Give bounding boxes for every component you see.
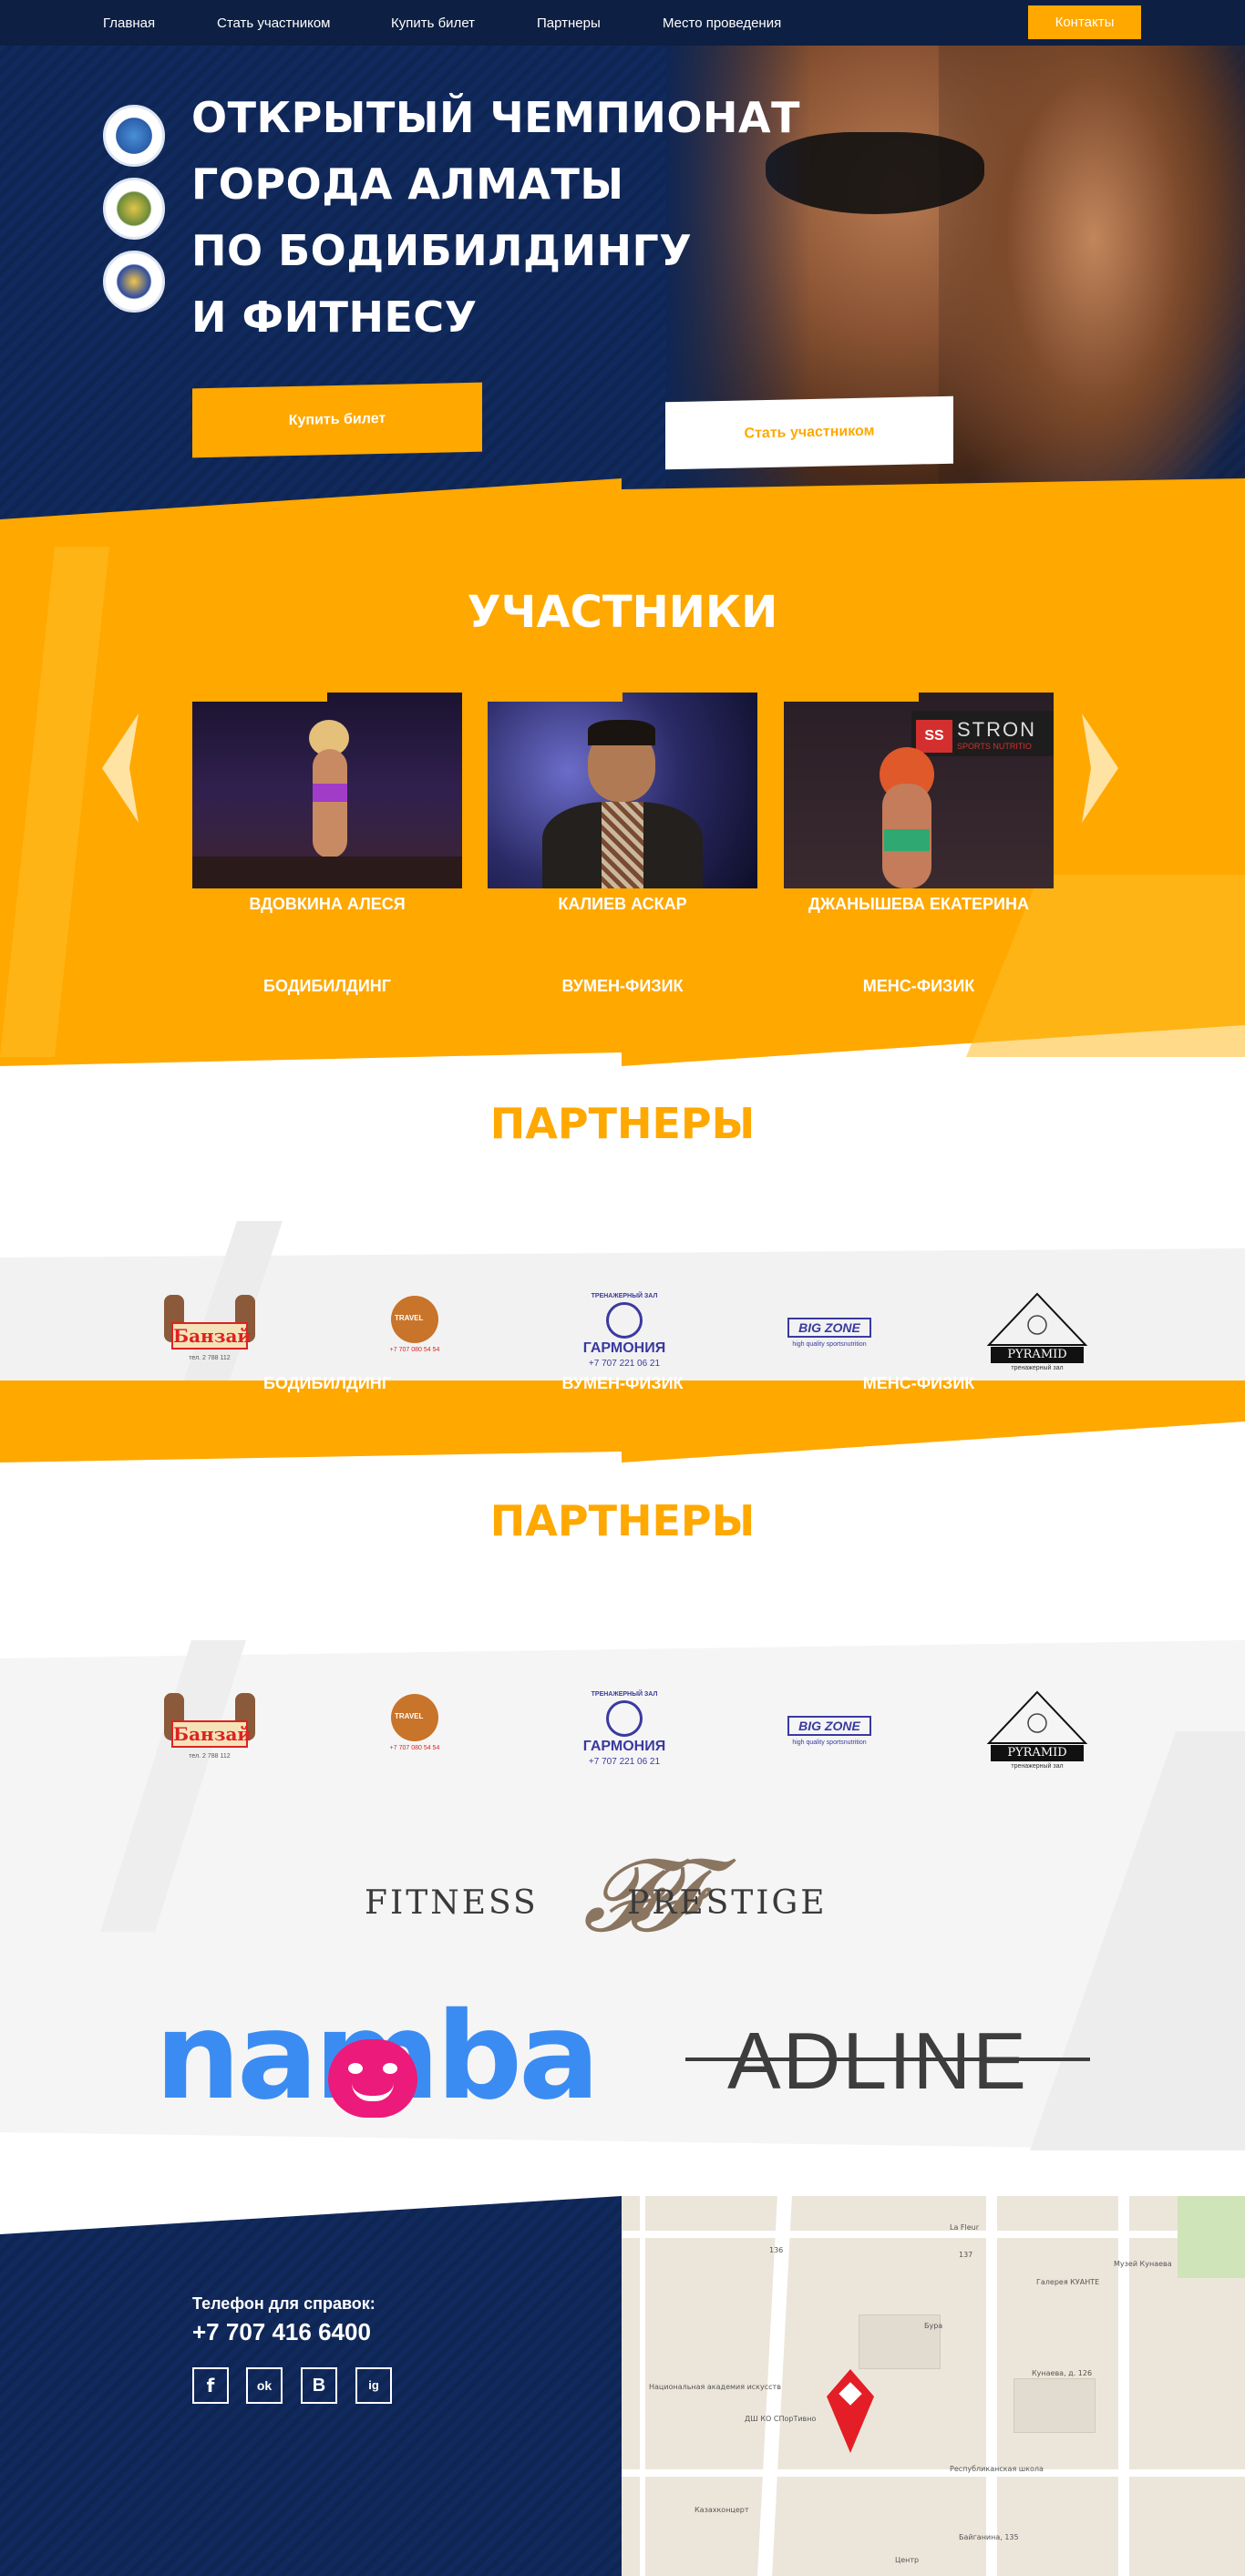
phone-number[interactable]: +7 707 416 6400 (192, 2318, 371, 2346)
partner-logo-garmonia[interactable]: ТРЕНАЖЕРНЫЙ ЗАЛ ГАРМОНИЯ +7 707 221 06 2… (579, 1292, 670, 1376)
map-label: ДШ КО СПорТивно (745, 2415, 817, 2423)
become-participant-button[interactable]: Стать участником (665, 395, 953, 470)
map-label: Кунаева, д. 126 (1032, 2369, 1093, 2377)
map-pin-icon[interactable] (827, 2369, 874, 2453)
venue-map[interactable]: La Fleur Музей Кунаева Галерея КУАНТЕ Ку… (622, 2196, 1245, 2576)
facebook-icon[interactable]: f (192, 2367, 229, 2404)
partner-logo-pyramid[interactable]: PYRAMID тренажерный зал (984, 1690, 1090, 1774)
overlap-category-label: БОДИБИЛДИНГ (263, 1374, 391, 1392)
map-road (640, 2196, 645, 2576)
participant-name: ДЖАНЫШЕВА ЕКАТЕРИНА (808, 895, 1029, 913)
map-road (986, 2196, 997, 2576)
hero-title-line-3: ПО БОДИБИЛДИНГУ (191, 226, 693, 275)
hero-athlete-image-2 (939, 46, 1245, 529)
federation-logo-3 (103, 251, 165, 313)
partner-logo-namba[interactable]: namba (155, 1986, 620, 2127)
carousel-prev-arrow[interactable] (102, 713, 140, 823)
top-navigation: Главная Стать участником Купить билет Па… (0, 0, 1245, 46)
map-label: Байганина, 135 (959, 2533, 1019, 2541)
nav-partners[interactable]: Партнеры (537, 15, 601, 31)
map-label: Республиканская школа (950, 2465, 1044, 2473)
map-label: Национальная академия искусств (649, 2383, 781, 2391)
partner-logo-garmonia[interactable]: ТРЕНАЖЕРНЫЙ ЗАЛ ГАРМОНИЯ +7 707 221 06 2… (579, 1690, 670, 1774)
participant-name: ВДОВКИНА АЛЕСЯ (249, 895, 406, 913)
overlap-category-label: ВУМЕН-ФИЗИК (561, 1374, 684, 1392)
partner-logo-banzai[interactable]: Банзай тел. 2 788 112 (159, 1292, 260, 1376)
participant-category: МЕНС-ФИЗИК (862, 977, 975, 995)
map-park (1178, 2196, 1245, 2278)
map-road (1118, 2196, 1129, 2576)
phone-label: Телефон для справок: (192, 2294, 376, 2313)
map-label: 137 (959, 2251, 973, 2259)
map-label: Бура (924, 2322, 943, 2330)
map-label: Казахконцерт (695, 2506, 749, 2514)
map-label: Центр (895, 2556, 920, 2564)
federation-logo-2 (103, 178, 165, 240)
federation-logo-1 (103, 105, 165, 167)
buy-ticket-button[interactable]: Купить билет (192, 382, 482, 458)
participant-category: ВУМЕН-ФИЗИК (561, 977, 684, 995)
participant-category: БОДИБИЛДИНГ (263, 977, 391, 995)
partner-logo-adline[interactable]: ADLINE (685, 2012, 1090, 2112)
nav-buy-ticket[interactable]: Купить билет (391, 15, 475, 31)
map-building (1013, 2378, 1096, 2433)
participants-title: УЧАСТНИКИ (467, 587, 778, 638)
map-road (622, 2231, 1245, 2238)
partner-logo-fitness-prestige[interactable]: FITNESS 𝓕 𝓕 PRESTIGE (365, 1841, 875, 1959)
instagram-icon[interactable]: ig (355, 2367, 392, 2404)
card3-sign: STRON (957, 718, 1036, 741)
nav-venue[interactable]: Место проведения (663, 15, 781, 31)
partner-logo-pyramid[interactable]: PYRAMID тренажерный зал (984, 1292, 1090, 1376)
hero-title-line-4: И ФИТНЕСУ (191, 292, 478, 342)
nav-become-participant[interactable]: Стать участником (217, 15, 330, 31)
overlap-category-label: МЕНС-ФИЗИК (862, 1374, 975, 1392)
map-label: Музей Кунаева (1114, 2260, 1172, 2268)
vkontakte-icon[interactable]: B (301, 2367, 337, 2404)
partner-logo-travel[interactable]: TRAVEL +7 707 080 54 54 (383, 1692, 447, 1774)
map-label: Галерея КУАНТЕ (1036, 2278, 1100, 2286)
contacts-button[interactable]: Контакты (1028, 5, 1141, 39)
map-road (622, 2469, 1245, 2477)
card3-sign-sub: SPORTS NUTRITIO (957, 742, 1032, 751)
namba-mask-icon (328, 2039, 417, 2118)
carousel-next-arrow[interactable] (1080, 713, 1118, 823)
partner-logo-travel[interactable]: TRAVEL +7 707 080 54 54 (383, 1294, 447, 1376)
partner-logo-banzai[interactable]: Банзай тел. 2 788 112 (159, 1690, 260, 1774)
participant-photo[interactable] (192, 693, 462, 888)
map-label: 136 (769, 2246, 784, 2254)
participant-photo[interactable]: SS STRON SPORTS NUTRITIO (784, 693, 1054, 888)
partners-title-2: ПАРТНЕРЫ (489, 1496, 756, 1545)
participant-name: КАЛИЕВ АСКАР (558, 895, 687, 913)
partner-logo-bigzone[interactable]: BIG ZONE high quality sportsnutrition (784, 1710, 875, 1754)
map-label: La Fleur (950, 2223, 980, 2232)
hero-title-line-1: ОТКРЫТЫЙ ЧЕМПИОНАТ (191, 93, 800, 142)
partner-logo-bigzone[interactable]: BIG ZONE high quality sportsnutrition (784, 1312, 875, 1356)
hero-title-line-2: ГОРОДА АЛМАТЫ (191, 159, 624, 209)
hero-section: ОТКРЫТЫЙ ЧЕМПИОНАТ ГОРОДА АЛМАТЫ ПО БОДИ… (0, 46, 1245, 529)
nav-home[interactable]: Главная (103, 15, 155, 31)
odnoklassniki-icon[interactable]: ok (246, 2367, 283, 2404)
partners-title: ПАРТНЕРЫ (489, 1099, 756, 1148)
participant-photo[interactable] (488, 693, 757, 888)
